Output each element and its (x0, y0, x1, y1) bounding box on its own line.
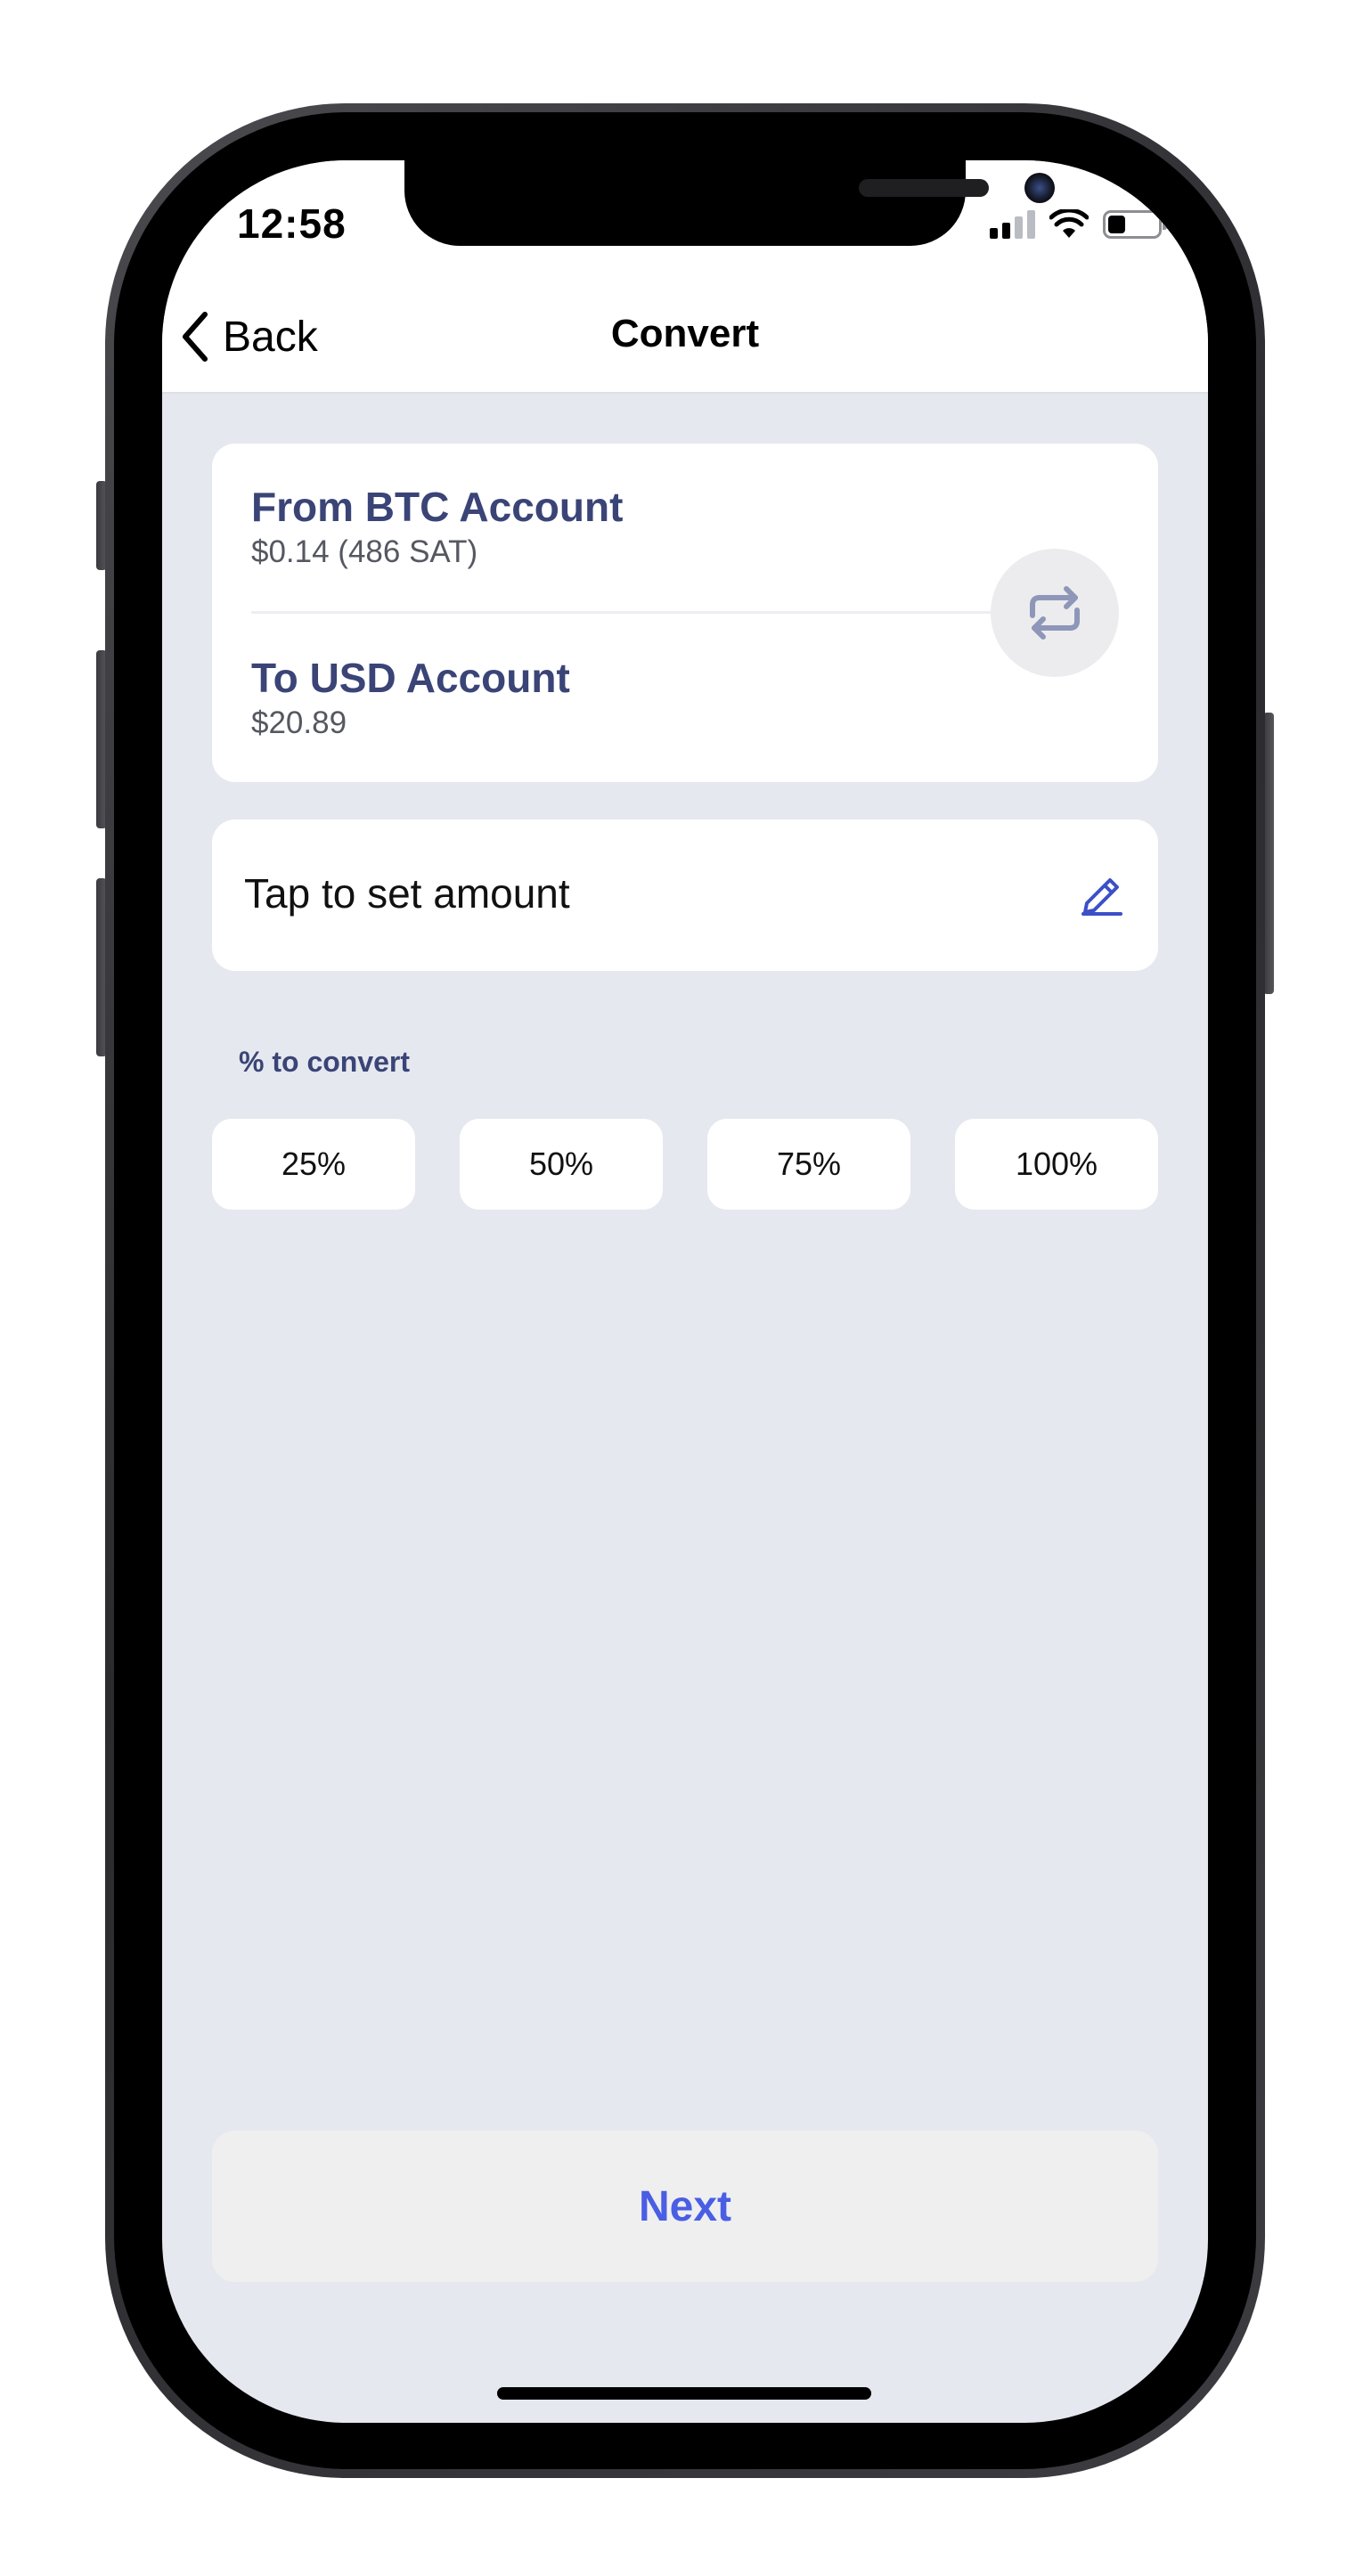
account-divider (251, 611, 1035, 614)
percent-heading: % to convert (239, 1046, 411, 1078)
wifi-icon (1049, 209, 1089, 238)
percent-options: 25% 50% 75% 100% (212, 1119, 1158, 1210)
percent-50-button[interactable]: 50% (460, 1119, 663, 1210)
percent-100-button[interactable]: 100% (955, 1119, 1158, 1210)
battery-icon (1103, 210, 1167, 239)
page-title: Convert (610, 312, 760, 355)
notch (404, 160, 1055, 246)
earpiece-speaker (859, 179, 989, 197)
home-indicator (497, 2387, 871, 2400)
from-account-title: From BTC Account (251, 484, 624, 530)
battery-level (1108, 216, 1125, 233)
to-account-title: To USD Account (251, 655, 570, 701)
phone-screen: 12:58 Back Convert From BTC Account $0.1… (162, 160, 1208, 2423)
header: 12:58 Back Convert (162, 160, 1208, 394)
percent-75-button[interactable]: 75% (707, 1119, 910, 1210)
amount-input[interactable]: Tap to set amount (212, 819, 1158, 971)
status-time: 12:58 (237, 200, 347, 247)
signal-icon (990, 210, 1035, 239)
swap-accounts-button[interactable] (991, 549, 1119, 677)
front-camera (1024, 173, 1055, 203)
account-card: From BTC Account $0.14 (486 SAT) To USD … (212, 444, 1158, 782)
to-account-balance: $20.89 (251, 705, 347, 740)
swap-arrows-icon (1030, 586, 1080, 640)
pencil-icon[interactable] (1078, 871, 1126, 919)
status-icons (990, 207, 1167, 242)
percent-25-button[interactable]: 25% (212, 1119, 415, 1210)
navigation-bar: Back Convert (162, 292, 1208, 381)
amount-placeholder: Tap to set amount (244, 870, 570, 917)
next-button[interactable]: Next (212, 2131, 1158, 2282)
from-account-balance: $0.14 (486 SAT) (251, 534, 478, 569)
